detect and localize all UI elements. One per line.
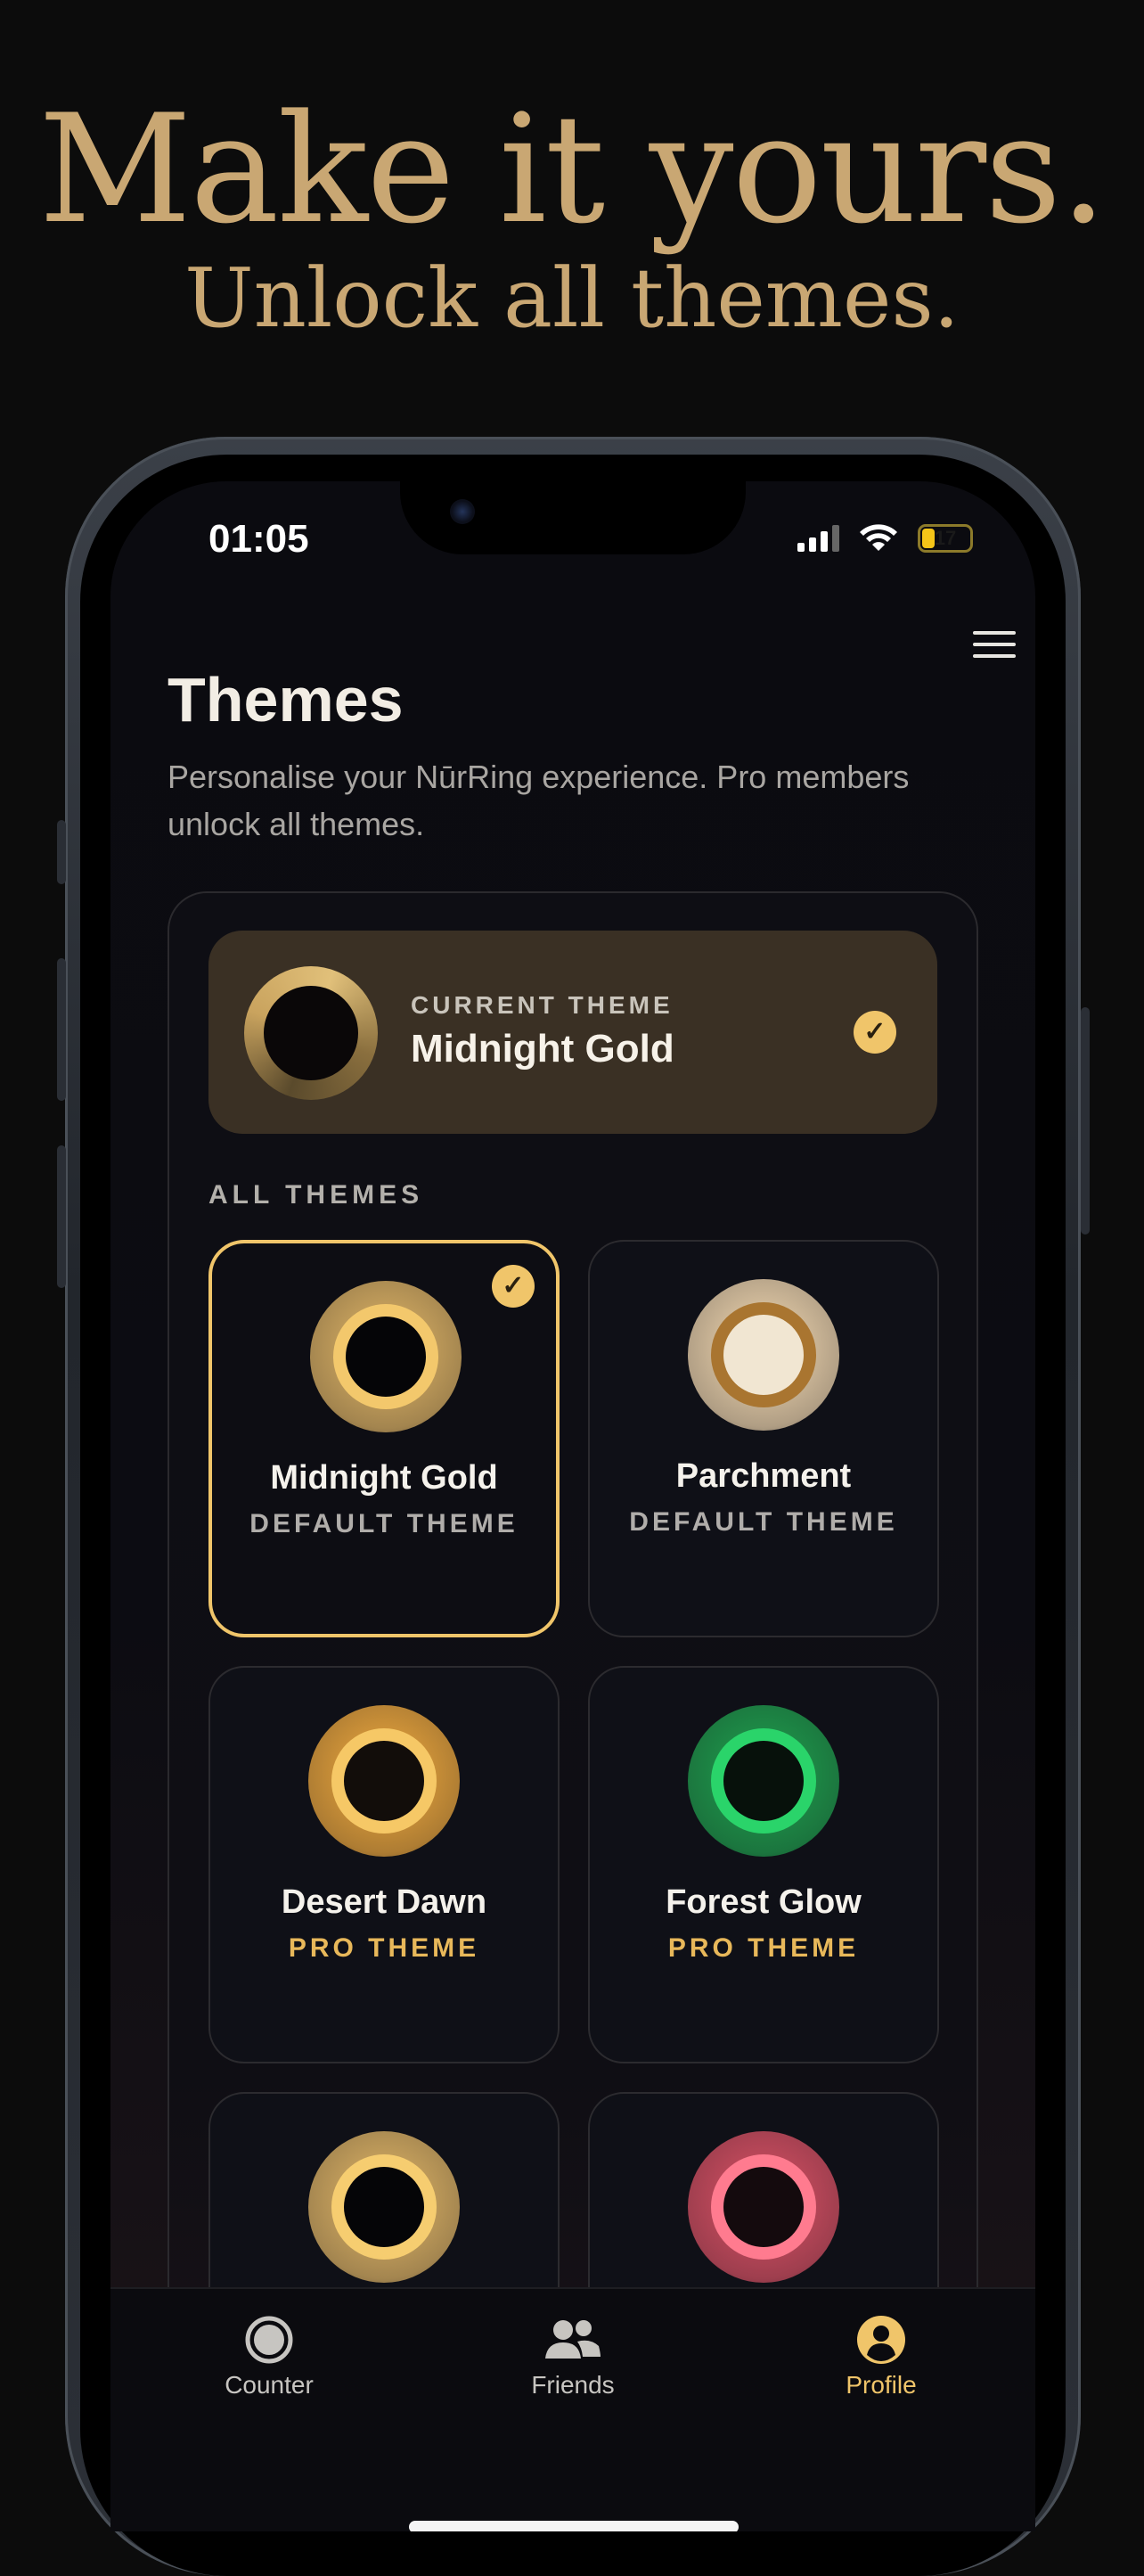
theme-ring-icon	[308, 2131, 460, 2283]
home-indicator	[409, 2521, 739, 2531]
theme-tag: PRO THEME	[288, 1933, 480, 1963]
theme-ring-icon	[308, 1705, 460, 1857]
tab-profile[interactable]: Profile	[792, 2314, 970, 2400]
theme-ring-icon	[688, 2131, 839, 2283]
theme-ring-icon	[688, 1705, 839, 1857]
tab-profile-label: Profile	[846, 2371, 917, 2399]
phone-screen: 01:05 17 Themes Personalise your NūrRing…	[110, 481, 1035, 2531]
tab-friends-label: Friends	[531, 2371, 615, 2399]
theme-name: Forest Glow	[666, 1883, 862, 1921]
tab-bar: Counter Friends Profile	[110, 2287, 1035, 2531]
theme-tile[interactable]: Midnight Gold DEFAULT THEME ✓	[208, 1240, 560, 1637]
current-theme-label: CURRENT THEME	[411, 991, 674, 1019]
page-title: Themes	[168, 665, 404, 734]
tab-counter[interactable]: Counter	[180, 2314, 358, 2400]
battery-icon: 17	[918, 524, 973, 553]
mute-switch	[57, 820, 66, 884]
current-theme-card: CURRENT THEME Midnight Gold ✓	[208, 931, 937, 1134]
friends-icon	[545, 2320, 601, 2359]
menu-icon[interactable]	[973, 631, 1016, 666]
status-icons: 17	[797, 524, 973, 553]
volume-down-button	[57, 1145, 66, 1288]
theme-ring-icon	[310, 1281, 462, 1432]
tab-friends[interactable]: Friends	[484, 2314, 662, 2400]
tab-counter-label: Counter	[225, 2371, 314, 2399]
profile-icon	[857, 2316, 905, 2364]
theme-ring-icon	[688, 1279, 839, 1431]
all-themes-label: ALL THEMES	[208, 1180, 424, 1210]
check-icon: ✓	[854, 1011, 896, 1054]
battery-level: 17	[934, 527, 957, 549]
status-time: 01:05	[208, 517, 309, 561]
theme-tag: DEFAULT THEME	[629, 1507, 898, 1537]
current-theme-ring-icon	[244, 966, 378, 1100]
hero-subtitle: Unlock all themes.	[184, 250, 960, 346]
theme-name: Parchment	[675, 1457, 852, 1495]
page-description: Personalise your NūrRing experience. Pro…	[168, 759, 910, 842]
power-button	[1081, 1007, 1090, 1235]
wifi-icon	[860, 524, 897, 551]
theme-name: Midnight Gold	[270, 1459, 498, 1497]
themes-panel: CURRENT THEME Midnight Gold ✓ ALL THEMES…	[168, 891, 978, 2531]
theme-tag: DEFAULT THEME	[249, 1509, 519, 1538]
theme-tag: PRO THEME	[667, 1933, 860, 1963]
theme-tile[interactable]: Desert Dawn PRO THEME	[208, 1666, 560, 2063]
cellular-signal-icon	[797, 525, 839, 552]
theme-tile[interactable]: Parchment DEFAULT THEME	[588, 1240, 939, 1637]
theme-tile[interactable]: Forest Glow PRO THEME	[588, 1666, 939, 2063]
dynamic-island	[400, 481, 746, 554]
hero-title: Make it yours.	[38, 82, 1107, 257]
volume-up-button	[57, 958, 66, 1101]
camera-icon	[450, 499, 475, 524]
theme-name: Desert Dawn	[281, 1883, 487, 1921]
current-theme-name: Midnight Gold	[411, 1027, 674, 1071]
check-icon: ✓	[492, 1265, 535, 1308]
counter-icon	[245, 2316, 293, 2364]
